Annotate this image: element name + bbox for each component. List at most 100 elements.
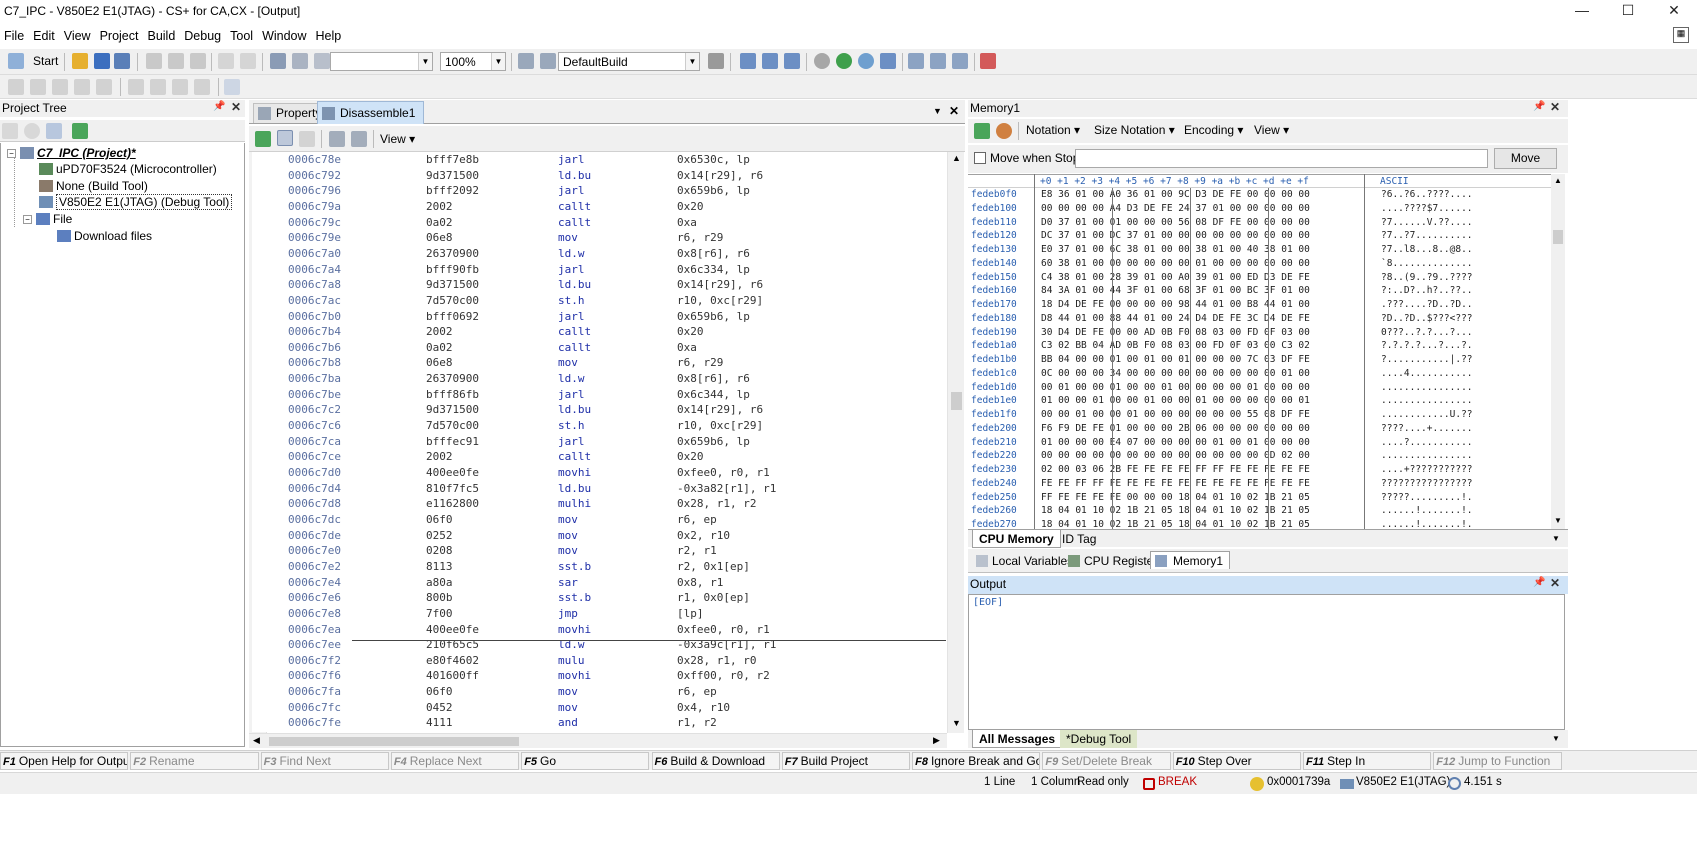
tab-all-messages[interactable]: All Messages — [972, 730, 1063, 748]
pin-icon[interactable]: 📌 — [1533, 577, 1545, 588]
scroll-up-icon[interactable]: ▲ — [1554, 176, 1562, 185]
disassembly-row[interactable]: 0006c7e2 8113 sst.b r2, 0x1[ep] — [252, 559, 946, 575]
redo-icon[interactable] — [240, 53, 256, 69]
disassembly-row[interactable]: 0006c79a 2002 callt 0x20 — [252, 199, 946, 215]
build-tool-icon[interactable] — [708, 53, 724, 69]
pin-icon[interactable]: 📌 — [213, 101, 225, 112]
disassembly-row[interactable]: 0006c792 9d371500 ld.bu 0x14[r29], r6 — [252, 168, 946, 184]
note-icon[interactable] — [194, 79, 210, 95]
disassembly-row[interactable]: 0006c7e0 0208 mov r2, r1 — [252, 543, 946, 559]
function-key-f12[interactable]: F12 Jump to Function — [1433, 752, 1562, 770]
copy-icon[interactable] — [168, 53, 184, 69]
size-notation-menu[interactable]: Size Notation ▾ — [1094, 123, 1175, 137]
scroll-down-icon[interactable]: ▼ — [1554, 516, 1562, 525]
memory-row[interactable]: fedeb160 84 3A 01 00 44 3F 01 00 68 3F 01… — [969, 284, 1551, 298]
menu-help[interactable]: Help — [312, 29, 347, 43]
disassembly-row[interactable]: 0006c7a0 26370900 ld.w 0x8[r6], r6 — [252, 246, 946, 262]
tab-list-chevron-icon[interactable]: ▼ — [1552, 734, 1560, 743]
disassembly-row[interactable]: 0006c7ba 26370900 ld.w 0x8[r6], r6 — [252, 371, 946, 387]
move-when-stop-checkbox[interactable] — [974, 152, 986, 164]
memory-row[interactable]: fedeb260 18 04 01 10 02 1B 21 05 18 04 01… — [969, 504, 1551, 518]
disassembly-row[interactable]: 0006c7fe 4111 and r1, r2 — [252, 715, 946, 731]
bookmark-clear-icon[interactable] — [74, 79, 90, 95]
reset-icon[interactable] — [784, 53, 800, 69]
minimize-button[interactable]: — — [1559, 0, 1605, 20]
paste-icon[interactable] — [190, 53, 206, 69]
memory-row[interactable]: fedeb110 D0 37 01 00 01 00 00 00 56 08 DF… — [969, 216, 1551, 230]
build-mode-icon[interactable] — [518, 53, 534, 69]
disassembly-row[interactable]: 0006c7a8 9d371500 ld.bu 0x14[r29], r6 — [252, 277, 946, 293]
menu-debug[interactable]: Debug — [180, 29, 226, 43]
memory-row[interactable]: fedeb190 30 D4 DE FE 00 00 AD 0B F0 08 03… — [969, 326, 1551, 340]
function-key-f11[interactable]: F11 Step In — [1303, 752, 1432, 770]
menu-file[interactable]: File — [0, 29, 29, 43]
maximize-button[interactable]: ☐ — [1605, 0, 1651, 20]
disconnect-icon[interactable] — [980, 53, 996, 69]
window-icon[interactable] — [128, 79, 144, 95]
function-key-f5[interactable]: F5 Go — [521, 752, 650, 770]
chevron-down-icon[interactable]: ▼ — [418, 53, 432, 70]
function-key-f2[interactable]: F2 Rename — [130, 752, 259, 770]
step-mode-icon[interactable] — [329, 131, 345, 147]
menu-edit[interactable]: Edit — [29, 29, 60, 43]
close-button[interactable]: ✕ — [1651, 0, 1697, 20]
disassembly-row[interactable]: 0006c79e 06e8 mov r6, r29 — [252, 230, 946, 246]
chevron-down-icon[interactable]: ▼ — [685, 53, 699, 70]
function-key-f8[interactable]: F8 Ignore Break and Go — [912, 752, 1041, 770]
step-in-icon[interactable] — [908, 53, 924, 69]
memory-row[interactable]: fedeb240 FE FE FF FF FE FE FE FE FE FE FE… — [969, 477, 1551, 491]
function-key-f6[interactable]: F6 Build & Download — [651, 752, 780, 770]
memory-row[interactable]: fedeb100 00 00 00 00 A4 D3 DE FE 24 37 01… — [969, 202, 1551, 216]
tree-item-project[interactable]: − C7_IPC (Project)* — [7, 145, 136, 161]
function-key-f4[interactable]: F4 Replace Next — [390, 752, 520, 770]
disassembly-row[interactable]: 0006c7f6 401600ff movhi 0xff00, r0, r2 — [252, 668, 946, 684]
notation-menu[interactable]: Notation ▾ — [1026, 123, 1080, 137]
scroll-up-icon[interactable]: ▲ — [952, 153, 961, 163]
disassembly-row[interactable]: 0006c7ca bfffec91 jarl 0x659b6, lp — [252, 434, 946, 450]
memory-row[interactable]: fedeb1d0 00 01 00 00 01 00 00 01 00 00 00… — [969, 381, 1551, 395]
close-icon[interactable]: ✕ — [1550, 100, 1560, 114]
disassembly-row[interactable]: 0006c78e bfff7e8b jarl 0x6530c, lp — [252, 152, 946, 168]
memory-row[interactable]: fedeb250 FF FE FE FE FE 00 00 00 18 04 01… — [969, 491, 1551, 505]
memory-row[interactable]: fedeb230 02 00 03 06 2B FE FE FE FE FF FF… — [969, 463, 1551, 477]
stop-icon[interactable] — [814, 53, 830, 69]
memory-row[interactable]: fedeb270 18 04 01 10 02 1B 21 05 18 04 01… — [969, 518, 1551, 529]
connect-icon[interactable] — [762, 53, 778, 69]
zoom-combo[interactable]: 100% ▼ — [440, 52, 506, 71]
refresh-icon[interactable] — [255, 131, 271, 147]
menu-build[interactable]: Build — [143, 29, 180, 43]
save-all-icon[interactable] — [114, 53, 130, 69]
disassembly-row[interactable]: 0006c7ac 7d570c00 st.h r10, 0xc[r29] — [252, 293, 946, 309]
bookmark-icon[interactable] — [8, 79, 24, 95]
disassembly-row[interactable]: 0006c7be bfff86fb jarl 0x6c344, lp — [252, 387, 946, 403]
view-menu[interactable]: View ▾ — [1254, 123, 1289, 137]
return-out-icon[interactable] — [952, 53, 968, 69]
output-body[interactable]: [EOF] — [968, 594, 1565, 730]
sort-icon[interactable] — [2, 123, 18, 139]
tab-list-chevron-icon[interactable]: ▼ — [933, 106, 942, 116]
disassembly-row[interactable]: 0006c7c6 7d570c00 st.h r10, 0xc[r29] — [252, 418, 946, 434]
user-icon[interactable] — [46, 123, 62, 139]
save-icon[interactable] — [94, 53, 110, 69]
cut-icon[interactable] — [146, 53, 162, 69]
scroll-down-icon[interactable]: ▼ — [952, 718, 961, 728]
run-icon[interactable] — [858, 53, 874, 69]
function-key-f9[interactable]: F9 Set/Delete Break — [1042, 752, 1171, 770]
disassembly-row[interactable]: 0006c79c 0a02 callt 0xa — [252, 215, 946, 231]
memory-row[interactable]: fedeb1c0 0C 00 00 00 34 00 00 00 00 00 00… — [969, 367, 1551, 381]
close-icon[interactable]: ✕ — [949, 104, 959, 118]
function-key-f3[interactable]: F3 Find Next — [260, 752, 389, 770]
memory-row[interactable]: fedeb0f0 E8 36 01 00 A0 36 01 00 9C D3 DE… — [969, 188, 1551, 202]
disassembly-row[interactable]: 0006c7de 0252 mov 0x2, r10 — [252, 528, 946, 544]
chevron-down-icon[interactable]: ▼ — [491, 53, 505, 70]
memory-row[interactable]: fedeb210 01 00 00 00 E4 07 00 00 00 00 01… — [969, 436, 1551, 450]
find-in-files-icon[interactable] — [314, 53, 330, 69]
memory-row[interactable]: fedeb120 DC 37 01 00 DC 37 01 00 00 00 00… — [969, 229, 1551, 243]
bookmark-next-icon[interactable] — [52, 79, 68, 95]
disassembly-hscrollbar[interactable]: ◀ ▶ — [249, 733, 947, 748]
refresh-icon[interactable] — [974, 123, 990, 139]
memory-row[interactable]: fedeb1a0 C3 02 BB 04 AD 0B F0 08 03 00 FD… — [969, 339, 1551, 353]
memory-row[interactable]: fedeb150 C4 38 01 00 28 39 01 00 A0 39 01… — [969, 271, 1551, 285]
download-icon[interactable] — [740, 53, 756, 69]
memory-row[interactable]: fedeb140 60 38 01 00 00 00 00 00 00 01 00… — [969, 257, 1551, 271]
